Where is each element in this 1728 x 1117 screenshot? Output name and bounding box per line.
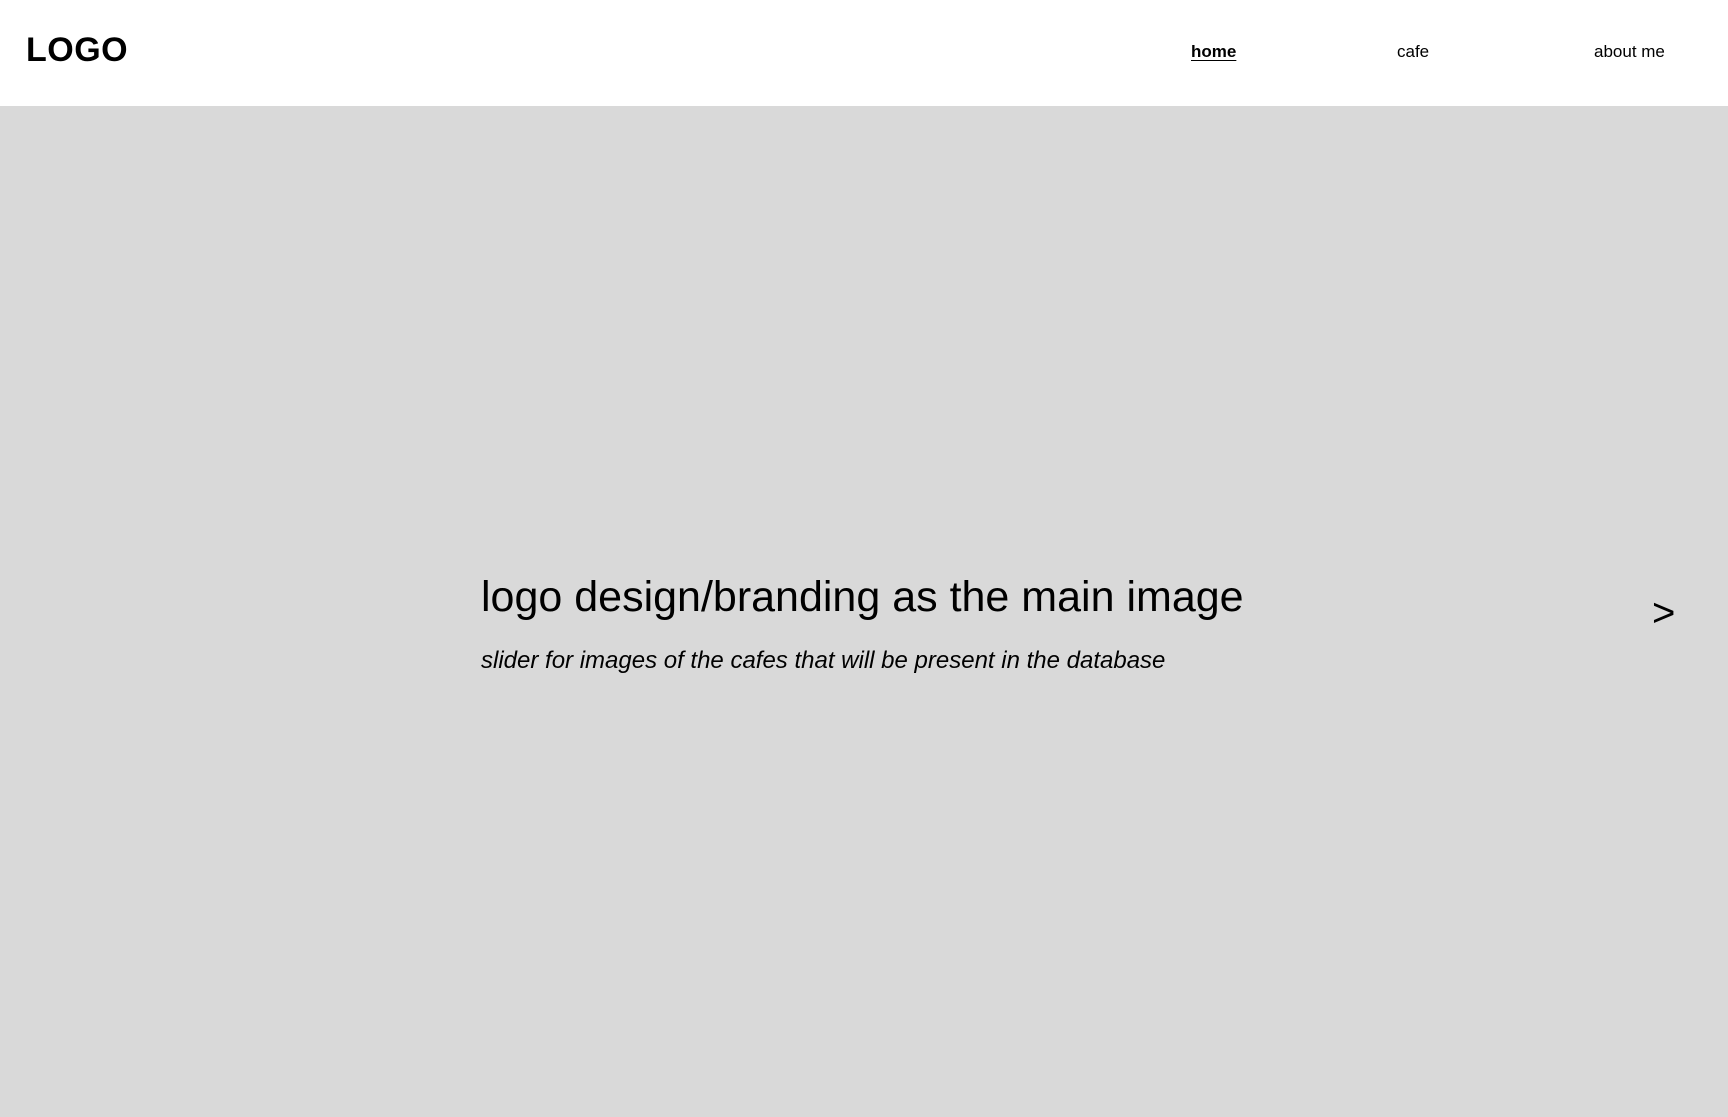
- slider-next-arrow-icon[interactable]: >: [1652, 590, 1675, 636]
- hero-subtitle: slider for images of the cafes that will…: [481, 647, 1166, 674]
- site-header: LOGO home cafe about me: [0, 0, 1728, 106]
- site-logo[interactable]: LOGO: [26, 30, 128, 70]
- nav-link-about-me[interactable]: about me: [1594, 42, 1665, 62]
- nav-link-home[interactable]: home: [1191, 42, 1236, 62]
- hero-slider: logo design/branding as the main image s…: [0, 106, 1728, 1117]
- nav-link-cafe[interactable]: cafe: [1397, 42, 1429, 62]
- hero-title: logo design/branding as the main image: [481, 573, 1244, 621]
